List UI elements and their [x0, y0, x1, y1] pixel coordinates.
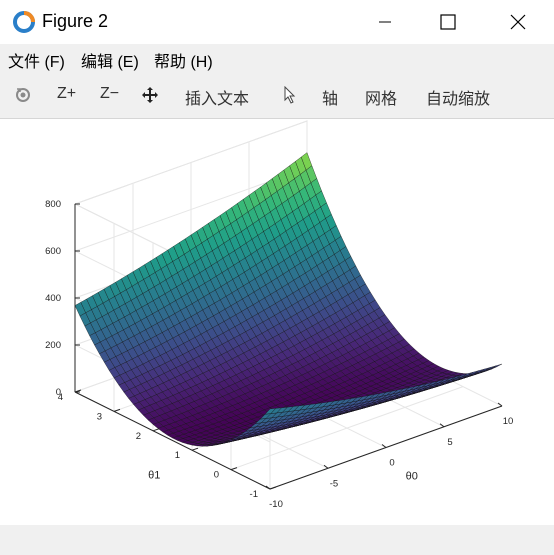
- zoom-out-button[interactable]: Z−: [100, 85, 119, 103]
- insert-text-button[interactable]: 插入文本: [185, 85, 249, 109]
- menu-help[interactable]: 帮助 (H): [154, 48, 213, 72]
- close-button[interactable]: [495, 0, 541, 44]
- y-tick-label: 1: [175, 450, 180, 461]
- menu-bar: 文件 (F) 编辑 (E) 帮助 (H): [0, 44, 554, 72]
- x-tick-label: -5: [330, 478, 338, 489]
- y-tick-label: 3: [97, 411, 102, 422]
- x-tick-label: 5: [447, 437, 452, 448]
- rotate-icon[interactable]: [14, 86, 32, 104]
- menu-edit[interactable]: 编辑 (E): [81, 48, 139, 72]
- y-tick-label: 4: [58, 392, 63, 403]
- matlab-logo-icon: [13, 11, 35, 33]
- pan-icon[interactable]: [141, 86, 159, 104]
- axes-button[interactable]: 轴: [322, 85, 338, 109]
- grid-button[interactable]: 网格: [365, 85, 397, 109]
- x-tick-label: 0: [389, 458, 394, 469]
- z-tick-label: 800: [45, 199, 61, 210]
- autoscale-button[interactable]: 自动缩放: [426, 85, 490, 109]
- x-axis-label: θ0: [406, 470, 418, 482]
- z-tick-label: 200: [45, 340, 61, 351]
- surface-patch: [491, 363, 503, 369]
- figure-toolbar: Z+ Z− 插入文本 轴 网格 自动缩放: [0, 72, 554, 119]
- y-axis-label: θ1: [148, 469, 160, 481]
- y-tick-label: -1: [250, 489, 258, 500]
- y-tick-label: 2: [136, 431, 141, 442]
- z-tick-label: 600: [45, 246, 61, 257]
- z-tick-label: 400: [45, 293, 61, 304]
- x-tick-label: -10: [269, 499, 283, 510]
- minimize-button[interactable]: [362, 0, 408, 44]
- menu-file[interactable]: 文件 (F): [8, 48, 65, 72]
- figure-canvas[interactable]: 0 200 400 600 800 -1 0 1 2 3 4 -10 -5 0 5 10 θ0 θ1: [0, 119, 554, 525]
- close-icon: [510, 14, 526, 30]
- zoom-in-button[interactable]: Z+: [57, 85, 76, 103]
- minimize-icon: [379, 21, 391, 23]
- maximize-icon: [440, 14, 456, 30]
- status-bar: [0, 525, 554, 555]
- window-title: Figure 2: [42, 11, 109, 31]
- y-tick: [269, 486, 277, 490]
- x-tick-label: 10: [503, 416, 514, 427]
- title-bar: Figure 2: [0, 0, 554, 45]
- pointer-icon[interactable]: [283, 86, 297, 104]
- maximize-button[interactable]: [425, 0, 471, 44]
- y-tick-label: 0: [214, 470, 219, 481]
- surface-plot: 0200400600800-101234-10-50510 θ0 θ1: [45, 120, 514, 510]
